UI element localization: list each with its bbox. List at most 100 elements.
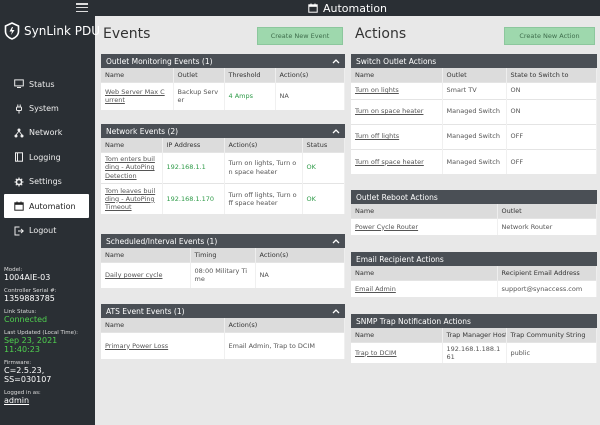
event-name-link[interactable]: Web Server Max Current <box>101 81 174 110</box>
shield-logo-icon <box>4 22 20 40</box>
sidebar-item-label: Settings <box>29 177 62 187</box>
sidebar-item-network[interactable]: Network <box>0 121 95 145</box>
column-header: Name <box>351 266 498 280</box>
panel-title: Switch Outlet Actions <box>356 56 437 66</box>
event-name-link[interactable]: Tom enters building - AutoPing Detection <box>101 151 163 183</box>
snmp-trap-actions-panel: SNMP Trap Notification Actions Name Trap … <box>351 314 597 363</box>
create-action-button[interactable]: Create New Action <box>504 27 595 45</box>
outlet-reboot-actions-table: Name Outlet Power Cycle Router Network Rou… <box>351 204 597 235</box>
sidebar-item-label: Logout <box>29 226 57 236</box>
page-title: Automation <box>322 1 388 15</box>
chevron-up-icon[interactable] <box>332 238 340 244</box>
email-recipient-actions-table: Name Recipient Email Address Email Admin s… <box>351 266 597 297</box>
email-recipient-actions-panel: Email Recipient Actions Name Recipient Em… <box>351 252 597 297</box>
column-header: Name <box>351 204 498 218</box>
action-name-link[interactable]: Turn on lights <box>351 81 443 99</box>
sidebar-item-status[interactable]: Status <box>0 72 95 96</box>
action-name-link[interactable]: Email Admin <box>351 279 498 297</box>
link-status-value: Connected <box>4 315 48 324</box>
scheduled-events-header[interactable]: Scheduled/Interval Events (1) <box>101 234 345 248</box>
sidebar-item-label: Network <box>29 128 63 138</box>
book-icon <box>13 152 24 163</box>
hamburger-menu-icon[interactable] <box>76 3 88 13</box>
chevron-up-icon[interactable] <box>332 128 340 134</box>
panel-title: Network Events (2) <box>106 126 179 136</box>
column-header: IP Address <box>162 138 225 152</box>
sidebar-item-label: Automation <box>29 201 76 211</box>
snmp-trap-actions-table: Name Trap Manager Host Trap Community Stri… <box>351 328 597 363</box>
actions-cell: Turn off lights, Turn off space heater <box>224 182 303 214</box>
state-cell: OFF <box>506 123 597 149</box>
panel-title: ATS Event Events (1) <box>106 306 185 316</box>
event-name-link[interactable]: Tom leaves building - AutoPing Timeout <box>101 182 163 214</box>
state-cell: ON <box>506 81 597 99</box>
chevron-up-icon[interactable] <box>332 308 340 314</box>
scheduled-events-table: Name Timing Action(s) Daily power cycle 08:… <box>101 248 345 288</box>
sidebar-item-settings[interactable]: Settings <box>0 170 95 194</box>
ats-events-panel: ATS Event Events (1) Name Action(s) Prima… <box>101 304 345 359</box>
column-header: Name <box>101 248 191 262</box>
logged-in-user-link[interactable]: admin <box>4 396 29 405</box>
panel-title: SNMP Trap Notification Actions <box>356 316 471 326</box>
calendar-icon <box>13 201 24 212</box>
community-cell: public <box>506 341 597 363</box>
event-name-link[interactable]: Primary Power Loss <box>101 331 225 359</box>
ip-cell: 192.168.1.170 <box>162 182 225 214</box>
timing-cell: 08:00 Military Time <box>190 261 256 288</box>
column-header: Threshold <box>224 68 276 82</box>
state-cell: OFF <box>506 148 597 174</box>
snmp-trap-actions-header[interactable]: SNMP Trap Notification Actions <box>351 314 597 328</box>
sidebar-item-logging[interactable]: Logging <box>0 145 95 169</box>
table-row: Power Cycle Router Network Router <box>351 217 597 235</box>
switch-outlet-actions-header[interactable]: Switch Outlet Actions <box>351 54 597 68</box>
email-recipient-actions-header[interactable]: Email Recipient Actions <box>351 252 597 266</box>
table-row: Email Admin support@synaccess.com <box>351 279 597 297</box>
ats-events-table: Name Action(s) Primary Power Loss Email Ad… <box>101 318 345 359</box>
network-icon <box>13 127 24 138</box>
sidebar-item-label: Logging <box>29 152 61 162</box>
outlet-monitoring-table: Name Outlet Threshold Action(s) Web Server … <box>101 68 345 110</box>
outlet-reboot-actions-header[interactable]: Outlet Reboot Actions <box>351 190 597 204</box>
outlet-monitoring-events-panel: Outlet Monitoring Events (1) Name Outlet T… <box>101 54 345 110</box>
create-event-button[interactable]: Create New Event <box>257 27 343 45</box>
actions-cell: NA <box>275 81 345 110</box>
outlet-monitoring-events-header[interactable]: Outlet Monitoring Events (1) <box>101 54 345 68</box>
panel-title: Outlet Reboot Actions <box>356 192 438 202</box>
outlet-cell: Managed Switch <box>442 148 507 174</box>
outlet-cell: Network Router <box>497 217 597 235</box>
action-name-link[interactable]: Turn off space heater <box>351 148 443 174</box>
column-header: Action(s) <box>275 68 345 82</box>
column-header: Name <box>351 68 443 82</box>
email-cell: support@synaccess.com <box>497 279 597 297</box>
sidebar-item-logout[interactable]: Logout <box>0 218 95 242</box>
sidebar-item-system[interactable]: System <box>0 96 95 120</box>
sidebar-item-automation[interactable]: Automation <box>4 193 89 219</box>
column-header: Outlet <box>442 68 507 82</box>
actions-cell: NA <box>255 261 345 288</box>
sidebar-nav: Status System Network Logging Settings Automa… <box>0 72 95 243</box>
action-name-link[interactable]: Turn on space heater <box>351 98 443 124</box>
column-header: Action(s) <box>255 248 345 262</box>
table-row: Tom enters building - AutoPing Detection… <box>101 151 345 183</box>
brand-name: SynLink PDU <box>24 24 100 38</box>
ats-events-header[interactable]: ATS Event Events (1) <box>101 304 345 318</box>
column-header: Name <box>351 328 443 342</box>
status-cell: OK <box>302 182 345 214</box>
table-row: Primary Power Loss Email Admin, Trap to D… <box>101 331 345 359</box>
status-cell: OK <box>302 151 345 183</box>
network-events-header[interactable]: Network Events (2) <box>101 124 345 138</box>
column-header: Status <box>302 138 345 152</box>
action-name-link[interactable]: Trap to DCIM <box>351 341 443 363</box>
chevron-up-icon[interactable] <box>332 58 340 64</box>
outlet-cell: Managed Switch <box>442 98 507 124</box>
action-name-link[interactable]: Turn off lights <box>351 123 443 149</box>
event-name-link[interactable]: Daily power cycle <box>101 261 191 288</box>
device-info: Model: 1004AIE-03 Controller Serial #: 1… <box>4 267 94 411</box>
outlet-cell: Backup Server <box>173 81 225 110</box>
brand: SynLink PDU <box>4 21 100 41</box>
action-name-link[interactable]: Power Cycle Router <box>351 217 498 235</box>
panel-title: Email Recipient Actions <box>356 254 444 264</box>
ip-cell: 192.168.1.1 <box>162 151 225 183</box>
plug-icon <box>13 103 24 114</box>
threshold-cell: 4 Amps <box>224 81 276 110</box>
